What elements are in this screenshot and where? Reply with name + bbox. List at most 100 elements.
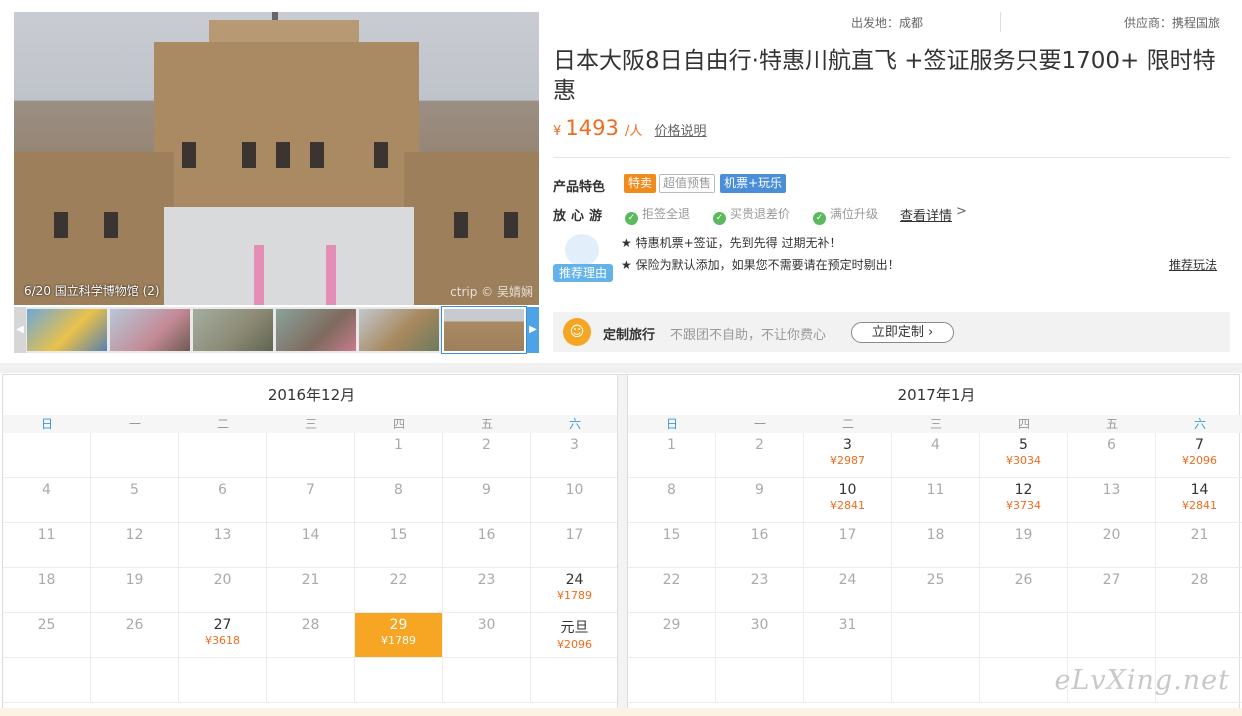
custom-trip-desc: 不跟团不自助，不让你费心	[670, 328, 827, 343]
thumb-prev-icon[interactable]: ◀	[14, 307, 26, 353]
calendar-day	[804, 658, 892, 703]
day-price: ¥1789	[557, 589, 592, 602]
calendar-day[interactable]: 10 ¥2841	[804, 478, 892, 523]
day-number: 8	[394, 482, 403, 498]
day-number: 4	[931, 437, 940, 453]
price-unit: /人	[625, 124, 643, 139]
section-divider	[0, 363, 1242, 373]
day-price: ¥2987	[830, 454, 865, 467]
thumbnail[interactable]	[193, 309, 273, 351]
recommend-play-link[interactable]: 推荐玩法	[1169, 256, 1217, 273]
month-title: 2017年1月	[897, 386, 976, 404]
calendar-day[interactable]: 14 ¥2841	[1156, 478, 1242, 523]
price-row: ¥ 1493 /人 价格说明	[553, 116, 707, 140]
day-number: 18	[37, 572, 56, 588]
thumb-next-icon[interactable]: ▶	[527, 307, 539, 353]
day-number: 13	[213, 527, 232, 543]
weekday-header: 六	[531, 415, 619, 433]
calendar-day: 13	[179, 523, 267, 568]
calendar-day	[980, 613, 1068, 658]
calendar-day	[531, 658, 619, 703]
calendar-day-selected[interactable]: 29 ¥1789	[355, 613, 443, 658]
day-number: 元旦	[560, 620, 589, 636]
price-value: 1493	[565, 116, 619, 140]
day-number: 23	[477, 572, 496, 588]
day-number: 1	[394, 437, 403, 453]
check-icon: ✓	[813, 212, 826, 225]
calendar-day: 19	[91, 568, 179, 613]
calendar-day	[355, 658, 443, 703]
day-number: 14	[301, 527, 320, 543]
day-number: 19	[125, 572, 144, 588]
calendar-day[interactable]: 7 ¥2096	[1156, 433, 1242, 478]
calendar-day: 24	[804, 568, 892, 613]
calendar-day	[443, 658, 531, 703]
thumbnail[interactable]	[359, 309, 439, 351]
thumbnail-active[interactable]	[442, 307, 526, 353]
calendar-day: 6	[1068, 433, 1156, 478]
calendar-day: 30	[443, 613, 531, 658]
day-number: 7	[306, 482, 315, 498]
photo-window	[310, 142, 324, 168]
day-number: 26	[1014, 572, 1033, 588]
day-number: 21	[1190, 527, 1209, 543]
weekday-header: 一	[91, 415, 179, 433]
calendar-day: 19	[980, 523, 1068, 568]
recommend-reason: ★ 特惠机票+签证，先到先得 过期无补！	[621, 236, 842, 250]
recommend-reason: ★ 保险为默认添加，如果您不需要请在预定时剔出！	[621, 258, 900, 272]
day-price: ¥2096	[557, 638, 592, 651]
price-explanation-link[interactable]: 价格说明	[655, 124, 707, 139]
calendar-day: 28	[267, 613, 355, 658]
calendar-day[interactable]: 5 ¥3034	[980, 433, 1068, 478]
tag-presale: 超值预售	[659, 174, 716, 193]
day-number: 23	[750, 572, 769, 588]
thumbnail[interactable]	[110, 309, 190, 351]
calendar-day[interactable]: 元旦 ¥2096	[531, 613, 619, 658]
calendar-day: 14	[267, 523, 355, 568]
weekday-header: 四	[355, 415, 443, 433]
photo-pillar	[254, 245, 264, 305]
divider	[553, 157, 1230, 158]
check-icon: ✓	[625, 212, 638, 225]
calendar-day: 17	[531, 523, 619, 568]
day-price: ¥2096	[1182, 454, 1217, 467]
weekday-header: 四	[980, 415, 1068, 433]
thumbnail[interactable]	[27, 309, 107, 351]
day-number: 8	[667, 482, 676, 498]
day-number: 17	[838, 527, 857, 543]
calendar-day[interactable]: 24 ¥1789	[531, 568, 619, 613]
calendar-day: 1	[628, 433, 716, 478]
calendar-day	[267, 433, 355, 478]
calendar-day: 30	[716, 613, 804, 658]
main-photo[interactable]: 6/20 国立科学博物馆 (2) ctrip © 吴婧娴	[14, 12, 539, 305]
day-number: 30	[477, 617, 496, 633]
weekday-header: 五	[1068, 415, 1156, 433]
day-number: 24	[838, 572, 857, 588]
calendar-day	[179, 433, 267, 478]
calendar-day: 12	[91, 523, 179, 568]
day-number: 11	[926, 482, 945, 498]
assurance-label: 放心游	[553, 209, 608, 224]
day-number: 11	[37, 527, 56, 543]
thumbnail[interactable]	[276, 309, 356, 351]
calendar-day: 13	[1068, 478, 1156, 523]
calendar-day[interactable]: 27 ¥3618	[179, 613, 267, 658]
day-number: 13	[1102, 482, 1121, 498]
calendar-day[interactable]: 12 ¥3734	[980, 478, 1068, 523]
day-number: 2	[755, 437, 764, 453]
customize-now-button[interactable]: 立即定制 ›	[851, 322, 954, 343]
day-number: 20	[1102, 527, 1121, 543]
calendar-day: 18	[3, 568, 91, 613]
day-number: 3	[843, 437, 852, 453]
day-number: 28	[301, 617, 320, 633]
calendar-day: 11	[892, 478, 980, 523]
calendar-day: 15	[355, 523, 443, 568]
calendar-day: 15	[628, 523, 716, 568]
day-number: 24	[565, 572, 584, 588]
calendar-day[interactable]: 3 ¥2987	[804, 433, 892, 478]
calendar-day: 23	[716, 568, 804, 613]
view-details-link[interactable]: 查看详情	[900, 205, 952, 224]
day-number: 27	[1102, 572, 1121, 588]
calendar-day: 25	[3, 613, 91, 658]
calendar-day: 5	[91, 478, 179, 523]
